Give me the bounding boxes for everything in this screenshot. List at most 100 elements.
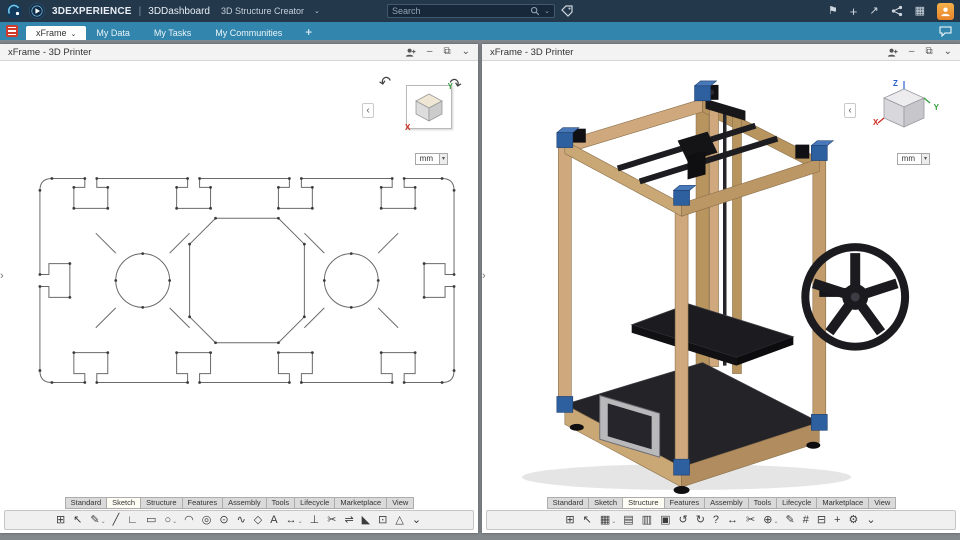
units-dropdown[interactable]: mm ▾ [414,153,448,165]
search-scope-caret-icon[interactable]: ⌄ [544,7,550,15]
tab-my-communities[interactable]: My Communities [205,26,296,40]
ribbon-tab-marketplace[interactable]: Marketplace [816,497,870,509]
ellipse-icon[interactable]: ⊙ [216,514,233,526]
measure-icon[interactable]: ↔ [724,514,743,526]
help-icon[interactable]: ? [709,514,723,526]
brand-divider: | [138,5,142,17]
ribbon-tab-features[interactable]: Features [663,497,706,509]
select-icon[interactable]: ↖ [579,514,596,526]
chevron-down-icon[interactable]: ⌄ [314,7,320,15]
settings-icon[interactable]: ⚙ [845,514,863,526]
collapse-icon[interactable]: ⌄ [462,47,470,57]
search-icon[interactable] [530,6,540,16]
share-user-icon[interactable] [887,47,898,58]
ribbon-tab-sketch[interactable]: Sketch [106,497,142,509]
plate-icon[interactable]: ▣ [657,514,675,526]
ribbon-tab-lifecycle[interactable]: Lifecycle [294,497,336,509]
dashboard-tabbar: xFrame ⌄ My Data My Tasks My Communities … [0,22,960,40]
add-tab-button[interactable]: + [296,26,321,40]
add-icon[interactable]: + [831,514,845,526]
project-icon[interactable]: ⊡ [375,514,392,526]
spline-icon[interactable]: ∿ [233,514,250,526]
tag-icon[interactable] [561,5,573,17]
overflow-icon[interactable]: ⌄ [408,514,425,526]
mirror-icon[interactable]: ⇌ [341,514,358,526]
text-icon[interactable]: A [267,514,282,526]
connector-icon[interactable]: ⊕ ⌄ [760,514,782,526]
trim-icon[interactable]: ✂ [324,514,341,526]
ribbon-tab-sketch[interactable]: Sketch [588,497,624,509]
panel-expander[interactable]: › [0,270,4,282]
concentric-circle-icon[interactable]: ◎ [198,514,216,526]
view-compass[interactable]: Z X Y [873,79,939,139]
cut-icon[interactable]: ✂ [743,514,760,526]
apps-grid-icon[interactable]: ▦ [915,5,925,17]
polyline-icon[interactable]: ∟ [124,514,143,526]
panel-expander[interactable]: › [482,270,486,282]
share-network-icon[interactable] [891,5,903,17]
ribbon-tab-features[interactable]: Features [181,497,224,509]
context-selector[interactable]: 3D Structure Creator [221,6,304,16]
flag-icon[interactable]: ⚑ [828,5,838,17]
search-input[interactable] [392,6,531,16]
redo-icon[interactable]: ↻ [692,514,709,526]
tab-my-data[interactable]: My Data [86,26,144,40]
ribbon-tab-view[interactable]: View [386,497,415,509]
ribbon-tab-assembly[interactable]: Assembly [704,497,749,509]
beam-icon[interactable]: ▤ [620,514,638,526]
compass-prev-icon[interactable]: ‹ [844,103,856,118]
ribbon-tab-marketplace[interactable]: Marketplace [334,497,388,509]
sketch-edit-icon[interactable]: ✎ ⌄ [87,514,109,526]
undo-icon[interactable]: ↺ [675,514,692,526]
web-lines [95,232,399,329]
section-icon[interactable]: # [799,514,813,526]
minimize-icon[interactable]: – [909,47,915,57]
units-dropdown[interactable]: mm ▾ [896,153,930,165]
chevron-down-icon: ▾ [920,154,929,164]
global-search[interactable]: ⌄ [387,4,555,18]
ribbon-tab-assembly[interactable]: Assembly [222,497,267,509]
compass-logo-icon[interactable] [29,3,45,19]
view-compass[interactable]: X Y [405,82,453,132]
ribbon-tab-view[interactable]: View [868,497,897,509]
axis-z-label: Z [893,79,898,88]
share-user-icon[interactable] [405,47,416,58]
ribbon-tab-tools[interactable]: Tools [265,497,296,509]
corner-icon[interactable]: ◣ [358,514,374,526]
menu-icon[interactable] [6,25,18,37]
clipboard-icon[interactable]: ⊞ [562,514,579,526]
ribbon-tab-tools[interactable]: Tools [747,497,778,509]
polygon-icon[interactable]: ◇ [250,514,266,526]
circle-icon[interactable]: ○ ⌄ [161,514,181,526]
engrave-icon[interactable]: ✎ [782,514,799,526]
frame-icon[interactable]: ▦ ⌄ [596,514,619,526]
ribbon-tab-structure[interactable]: Structure [622,497,665,509]
ribbon-tab-standard[interactable]: Standard [546,497,590,509]
ribbon-tab-standard[interactable]: Standard [64,497,108,509]
constraint-icon[interactable]: ⊥ [306,514,324,526]
maximize-icon[interactable]: ⧉ [925,47,932,57]
dimension-icon[interactable]: ↔ ⌄ [282,514,306,526]
structure-tree-icon[interactable]: ⊟ [813,514,830,526]
minimize-icon[interactable]: – [427,47,433,57]
user-avatar[interactable] [937,2,954,20]
maximize-icon[interactable]: ⧉ [443,47,450,57]
collapse-icon[interactable]: ⌄ [944,47,952,57]
select-icon[interactable]: ↖ [70,514,87,526]
line-icon[interactable]: ╱ [109,514,124,526]
3ds-logo-icon[interactable] [6,3,22,19]
share-icon[interactable]: ↗ [869,5,878,17]
tab-xframe[interactable]: xFrame ⌄ [26,26,87,40]
chat-icon[interactable] [939,26,952,37]
add-content-icon[interactable]: + [850,5,858,18]
column-icon[interactable]: ▥ [638,514,656,526]
overflow-icon[interactable]: ⌄ [863,514,880,526]
compass-prev-icon[interactable]: ‹ [362,103,374,118]
ribbon-tab-structure[interactable]: Structure [140,497,183,509]
clipboard-icon[interactable]: ⊞ [52,514,69,526]
tab-my-tasks[interactable]: My Tasks [144,26,205,40]
triangle-icon[interactable]: △ [392,514,408,526]
rectangle-icon[interactable]: ▭ [143,514,161,526]
arc-icon[interactable]: ◠ [181,514,199,526]
ribbon-tab-lifecycle[interactable]: Lifecycle [776,497,818,509]
